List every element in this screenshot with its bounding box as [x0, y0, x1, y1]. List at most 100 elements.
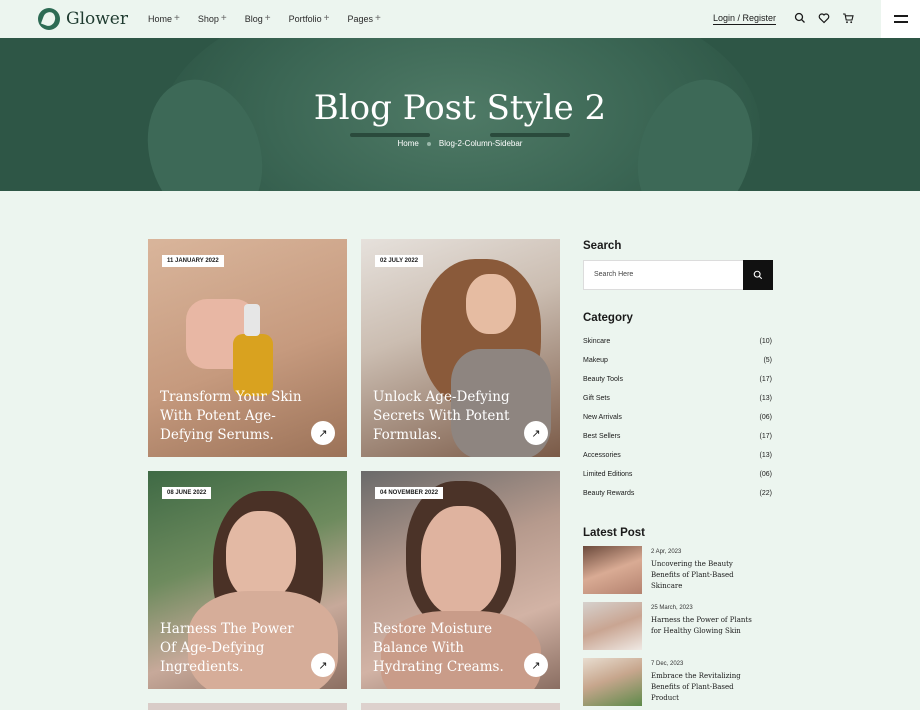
- search-icon: [753, 270, 763, 280]
- search-form: Search Here: [583, 260, 773, 290]
- category-item[interactable]: Best Sellers (17): [583, 433, 772, 440]
- logo-text: Glower: [66, 9, 128, 29]
- card-image-detail: [244, 304, 260, 336]
- nav-label: Blog: [244, 13, 263, 24]
- plus-icon: +: [323, 13, 330, 24]
- arrow-up-right-icon[interactable]: ↗: [524, 653, 548, 677]
- blog-card-partial[interactable]: [361, 703, 560, 710]
- heart-icon[interactable]: [818, 12, 830, 24]
- nav-item-shop[interactable]: Shop +: [198, 13, 227, 24]
- category-count: (06): [759, 414, 772, 421]
- latest-post-item[interactable]: 25 March, 2023 Harness the Power of Plan…: [583, 602, 773, 650]
- post-date: 11 JANUARY 2022: [162, 255, 224, 267]
- category-name: Gift Sets: [583, 395, 610, 402]
- arrow-up-right-icon[interactable]: ↗: [311, 653, 335, 677]
- arrow-up-right-icon[interactable]: ↗: [311, 421, 335, 445]
- category-item[interactable]: Beauty Tools (17): [583, 376, 772, 383]
- latest-post-title[interactable]: Harness the Power of Plants for Healthy …: [651, 615, 761, 637]
- latest-post-heading: Latest Post: [583, 527, 645, 539]
- search-input[interactable]: Search Here: [594, 271, 633, 278]
- cart-icon[interactable]: [842, 12, 854, 24]
- latest-post-item[interactable]: 7 Dec, 2023 Embrace the Revitalizing Ben…: [583, 658, 773, 706]
- hero-banner: Blog Post Style 2 Home Blog-2-Column-Sid…: [0, 38, 920, 191]
- card-image-detail: [226, 511, 296, 601]
- category-count: (17): [759, 433, 772, 440]
- plus-icon: +: [220, 13, 227, 24]
- blog-card[interactable]: 02 JULY 2022 Unlock Age-Defying Secrets …: [361, 239, 560, 457]
- latest-post-item[interactable]: 2 Apr, 2023 Uncovering the Beauty Benefi…: [583, 546, 773, 594]
- post-title[interactable]: Transform Your Skin With Potent Age-Defy…: [160, 388, 310, 445]
- category-item[interactable]: Accessories (13): [583, 452, 772, 459]
- latest-post-date: 25 March, 2023: [651, 605, 693, 611]
- plus-icon: +: [174, 13, 180, 24]
- nav-item-portfolio[interactable]: Portfolio +: [289, 13, 330, 24]
- search-heading: Search: [583, 240, 622, 252]
- post-date: 08 JUNE 2022: [162, 487, 212, 499]
- post-title[interactable]: Restore Moisture Balance With Hydrating …: [373, 620, 523, 677]
- search-button[interactable]: [743, 260, 773, 290]
- category-count: (06): [759, 471, 772, 478]
- hero-eye: [350, 133, 430, 137]
- latest-post-title[interactable]: Uncovering the Beauty Benefits of Plant-…: [651, 559, 761, 592]
- breadcrumb-home[interactable]: Home: [398, 139, 419, 148]
- card-image-detail: [233, 334, 273, 396]
- menu-bar: [894, 21, 908, 23]
- post-date: 04 NOVEMBER 2022: [375, 487, 444, 499]
- nav-item-pages[interactable]: Pages +: [347, 13, 380, 24]
- category-name: Skincare: [583, 338, 611, 345]
- latest-post-thumbnail[interactable]: [583, 602, 642, 650]
- login-register-link[interactable]: Login / Register: [713, 13, 777, 25]
- category-name: Beauty Rewards: [583, 490, 635, 497]
- category-item[interactable]: Makeup (5): [583, 357, 772, 364]
- nav-label: Shop: [197, 13, 219, 24]
- main-nav: Home + Shop + Blog + Portfolio + Pages +: [148, 13, 381, 24]
- search-icon[interactable]: [794, 12, 806, 24]
- breadcrumb-separator: [426, 141, 431, 146]
- category-count: (13): [759, 395, 772, 402]
- category-count: (17): [759, 376, 772, 383]
- page-title: Blog Post Style 2: [313, 88, 607, 128]
- post-title[interactable]: Unlock Age-Defying Secrets With Potent F…: [373, 388, 523, 445]
- category-item[interactable]: Skincare (10): [583, 338, 772, 345]
- breadcrumb: Home Blog-2-Column-Sidebar: [0, 139, 920, 148]
- blog-card[interactable]: 04 NOVEMBER 2022 Restore Moisture Balanc…: [361, 471, 560, 689]
- post-title[interactable]: Harness The Power Of Age-Defying Ingredi…: [160, 620, 310, 677]
- category-name: New Arrivals: [583, 414, 622, 421]
- category-item[interactable]: Beauty Rewards (22): [583, 490, 772, 497]
- nav-label: Pages: [347, 13, 373, 24]
- logo-leaf-icon: [38, 8, 60, 30]
- nav-item-home[interactable]: Home +: [148, 13, 180, 24]
- latest-post-date: 2 Apr, 2023: [651, 549, 682, 555]
- post-date: 02 JULY 2022: [375, 255, 424, 267]
- category-item[interactable]: Gift Sets (13): [583, 395, 772, 402]
- category-item[interactable]: New Arrivals (06): [583, 414, 772, 421]
- nav-item-blog[interactable]: Blog +: [245, 13, 271, 24]
- category-heading: Category: [583, 312, 633, 324]
- blog-card[interactable]: 08 JUNE 2022 Harness The Power Of Age-De…: [148, 471, 347, 689]
- latest-post-thumbnail[interactable]: [583, 546, 642, 594]
- category-count: (5): [763, 357, 772, 364]
- category-item[interactable]: Limited Editions (06): [583, 471, 772, 478]
- hero-eye: [490, 133, 570, 137]
- category-name: Beauty Tools: [583, 376, 623, 383]
- category-name: Best Sellers: [583, 433, 621, 440]
- category-count: (10): [759, 338, 772, 345]
- hamburger-menu-icon[interactable]: [881, 0, 920, 38]
- blog-card[interactable]: 11 JANUARY 2022 Transform Your Skin With…: [148, 239, 347, 457]
- latest-post-thumbnail[interactable]: [583, 658, 642, 706]
- breadcrumb-current: Blog-2-Column-Sidebar: [438, 139, 523, 148]
- blog-card-partial[interactable]: [148, 703, 347, 710]
- card-image-detail: [466, 274, 516, 334]
- nav-label: Portfolio: [288, 13, 322, 24]
- category-name: Accessories: [583, 452, 621, 459]
- logo[interactable]: Glower: [38, 8, 128, 30]
- latest-post-title[interactable]: Embrace the Revitalizing Benefits of Pla…: [651, 671, 761, 704]
- category-name: Makeup: [583, 357, 608, 364]
- arrow-up-right-icon[interactable]: ↗: [524, 421, 548, 445]
- latest-post-date: 7 Dec, 2023: [651, 661, 684, 667]
- category-count: (22): [759, 490, 772, 497]
- category-count: (13): [759, 452, 772, 459]
- menu-bar: [894, 15, 908, 17]
- nav-label: Home: [148, 13, 173, 24]
- card-image-detail: [421, 506, 501, 616]
